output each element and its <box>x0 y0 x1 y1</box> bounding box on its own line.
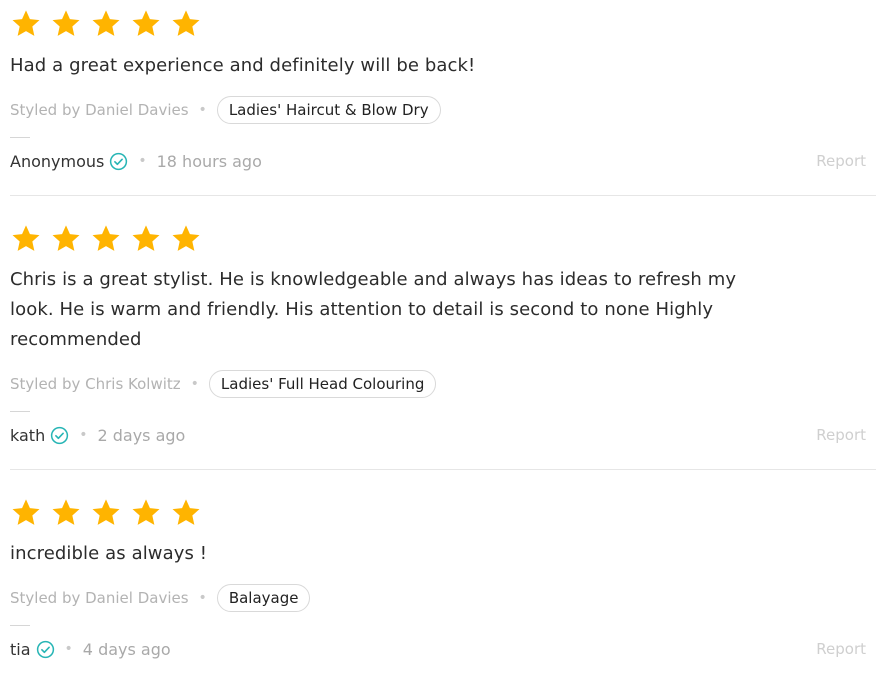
star-icon <box>130 497 166 529</box>
review-text: Chris is a great stylist. He is knowledg… <box>10 269 737 350</box>
separator-dot: • <box>138 153 147 169</box>
author-name: tia <box>10 639 31 659</box>
verified-check-icon <box>36 640 55 659</box>
verified-check-icon <box>50 426 69 445</box>
review-meta: Styled by Daniel Davies • Balayage <box>10 583 876 613</box>
separator-dot: • <box>198 102 207 118</box>
review-item: incredible as always ! Styled by Daniel … <box>10 470 876 676</box>
star-icon <box>50 223 86 255</box>
short-divider <box>10 137 30 138</box>
report-link[interactable]: Report <box>816 426 866 444</box>
star-icon <box>10 223 46 255</box>
star-icon <box>50 497 86 529</box>
author-row: tia • 4 days ago Report <box>10 638 876 660</box>
star-icon <box>170 8 206 40</box>
report-link[interactable]: Report <box>816 640 866 658</box>
verified-check-icon <box>109 152 128 171</box>
author-row: kath • 2 days ago Report <box>10 424 876 446</box>
short-divider <box>10 411 30 412</box>
review-time: 18 hours ago <box>156 151 262 171</box>
star-rating <box>10 9 876 39</box>
review-time: 4 days ago <box>82 639 171 659</box>
review-text: incredible as always ! <box>10 543 208 564</box>
star-icon <box>90 223 126 255</box>
star-icon <box>90 497 126 529</box>
service-tag[interactable]: Ladies' Haircut & Blow Dry <box>216 96 441 124</box>
service-tag[interactable]: Ladies' Full Head Colouring <box>208 370 437 398</box>
stylist-label: Styled by Chris Kolwitz <box>10 375 181 393</box>
star-icon <box>10 8 46 40</box>
reviews-list: Had a great experience and definitely wi… <box>0 0 886 676</box>
star-icon <box>130 223 166 255</box>
separator-dot: • <box>198 590 207 606</box>
separator-dot: • <box>64 641 73 657</box>
separator-dot: • <box>190 376 199 392</box>
star-icon <box>170 497 206 529</box>
stylist-label: Styled by Daniel Davies <box>10 101 189 119</box>
review-meta: Styled by Daniel Davies • Ladies' Haircu… <box>10 95 876 125</box>
report-link[interactable]: Report <box>816 152 866 170</box>
review-time: 2 days ago <box>97 425 186 445</box>
stylist-label: Styled by Daniel Davies <box>10 589 189 607</box>
star-icon <box>10 497 46 529</box>
review-meta: Styled by Chris Kolwitz • Ladies' Full H… <box>10 369 876 399</box>
star-icon <box>90 8 126 40</box>
review-item: Chris is a great stylist. He is knowledg… <box>10 196 876 470</box>
star-rating <box>10 224 876 254</box>
short-divider <box>10 625 30 626</box>
star-icon <box>130 8 166 40</box>
separator-dot: • <box>79 427 88 443</box>
author-name: kath <box>10 425 46 445</box>
service-tag[interactable]: Balayage <box>216 584 311 612</box>
author-row: Anonymous • 18 hours ago Report <box>10 150 876 172</box>
star-icon <box>50 8 86 40</box>
star-rating <box>10 498 876 528</box>
star-icon <box>170 223 206 255</box>
review-item: Had a great experience and definitely wi… <box>10 0 876 196</box>
author-name: Anonymous <box>10 151 105 171</box>
review-text: Had a great experience and definitely wi… <box>10 55 476 76</box>
